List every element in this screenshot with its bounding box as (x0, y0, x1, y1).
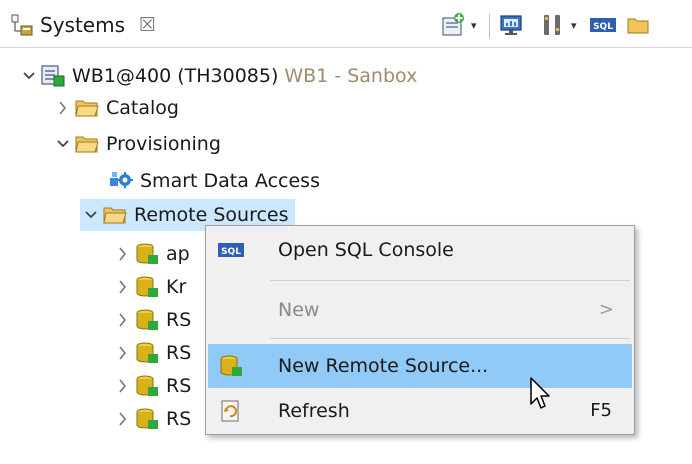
chevron-right-icon[interactable] (112, 403, 134, 435)
mouse-cursor-icon (530, 377, 550, 409)
systems-tab[interactable]: Systems ☒ (10, 10, 156, 40)
tree-item-remote-source[interactable]: RS (112, 337, 191, 369)
sql-console-button[interactable]: SQL (590, 10, 616, 40)
tree-item-provisioning[interactable]: Provisioning (52, 128, 221, 160)
sql-icon: SQL (218, 243, 244, 257)
monitor-icon (500, 15, 522, 35)
remote-source-database-icon (136, 309, 158, 330)
tree-item-remote-source[interactable]: RS (112, 370, 191, 402)
remote-sources-label: Remote Sources (134, 204, 289, 226)
remote-source-database-icon (136, 375, 158, 396)
open-folder-button[interactable] (626, 10, 652, 40)
menu-item-open-sql-console[interactable]: SQL Open SQL Console (208, 228, 632, 272)
tree-item-catalog[interactable]: Catalog (52, 92, 179, 124)
submenu-chevron-right-icon: > (598, 299, 614, 320)
sql-icon: SQL (590, 18, 616, 32)
menu-item-refresh[interactable]: Refresh F5 (208, 389, 632, 433)
tree-item-remote-source[interactable]: Kr (112, 271, 186, 303)
svg-text:SQL: SQL (593, 22, 613, 32)
smart-data-access-icon (110, 172, 133, 188)
menu-item-label: Refresh (278, 400, 350, 422)
remote-source-database-icon (136, 408, 158, 429)
folder-open-icon (75, 136, 99, 153)
tree-item-remote-source[interactable]: RS (112, 304, 191, 336)
chevron-down-icon[interactable] (18, 60, 40, 92)
smart-data-access-label: Smart Data Access (140, 170, 320, 192)
system-icon (41, 65, 65, 87)
menu-separator (270, 338, 630, 339)
monitor-button[interactable] (498, 10, 524, 40)
add-system-button[interactable] (440, 10, 466, 40)
chevron-right-icon[interactable] (112, 238, 134, 270)
remote-source-label: RS (166, 375, 192, 397)
remote-source-label: RS (166, 309, 192, 331)
chevron-right-icon[interactable] (112, 271, 134, 303)
menu-item-label: New (278, 299, 320, 321)
provisioning-label: Provisioning (106, 133, 221, 155)
folder-icon (75, 100, 99, 117)
menu-item-new-remote-source[interactable]: New Remote Source... (208, 344, 632, 388)
remote-source-label: ap (166, 243, 190, 265)
folder-open-icon (627, 18, 649, 34)
system-label: WB1@400 (TH30085) (72, 65, 279, 87)
tools-icon (544, 15, 560, 35)
chevron-down-icon[interactable] (80, 199, 102, 231)
configure-dropdown-chevron-down-icon[interactable]: ▾ (571, 10, 577, 40)
menu-separator (270, 280, 630, 281)
remote-source-label: Kr (166, 276, 187, 298)
configure-button[interactable] (540, 10, 566, 40)
svg-text:SQL: SQL (221, 247, 241, 257)
remote-source-database-icon (136, 276, 158, 297)
add-system-dropdown-chevron-down-icon[interactable]: ▾ (471, 10, 477, 40)
folder-open-icon (103, 207, 127, 224)
view-toolbar: ▾ ▾ SQL (440, 10, 692, 40)
remote-source-label: RS (166, 408, 192, 430)
close-icon[interactable]: ☒ (139, 14, 156, 36)
menu-item-new[interactable]: New > (208, 288, 632, 332)
system-connection-tag: WB1 - Sanbox (284, 65, 418, 87)
catalog-label: Catalog (106, 97, 179, 119)
tree-item-remote-source[interactable]: RS (112, 403, 191, 435)
menu-item-label: Open SQL Console (278, 239, 454, 261)
refresh-icon (221, 400, 239, 422)
tree-item-system[interactable]: WB1@400 (TH30085) WB1 - Sanbox (18, 60, 417, 92)
chevron-down-icon[interactable] (52, 128, 74, 160)
menu-item-label: New Remote Source... (278, 355, 489, 377)
add-system-icon (442, 13, 464, 36)
chevron-right-icon[interactable] (112, 370, 134, 402)
remote-source-database-icon (136, 243, 158, 264)
systems-view-icon (11, 14, 33, 36)
chevron-right-icon[interactable] (112, 304, 134, 336)
remote-source-database-icon (136, 342, 158, 363)
chevron-right-icon[interactable] (112, 337, 134, 369)
context-menu: SQL Open SQL Console New > New Remote So… (205, 225, 635, 435)
systems-tab-label: Systems (40, 13, 125, 37)
systems-view-header: Systems ☒ ▾ ▾ SQL (0, 0, 692, 48)
toolbar-separator (489, 14, 490, 38)
remote-source-database-icon (220, 355, 242, 376)
tree-item-remote-source[interactable]: ap (112, 238, 190, 270)
tree-item-smart-data-access[interactable]: Smart Data Access (108, 165, 320, 197)
chevron-right-icon[interactable] (52, 92, 74, 124)
menu-item-shortcut: F5 (590, 400, 612, 421)
remote-source-label: RS (166, 342, 192, 364)
